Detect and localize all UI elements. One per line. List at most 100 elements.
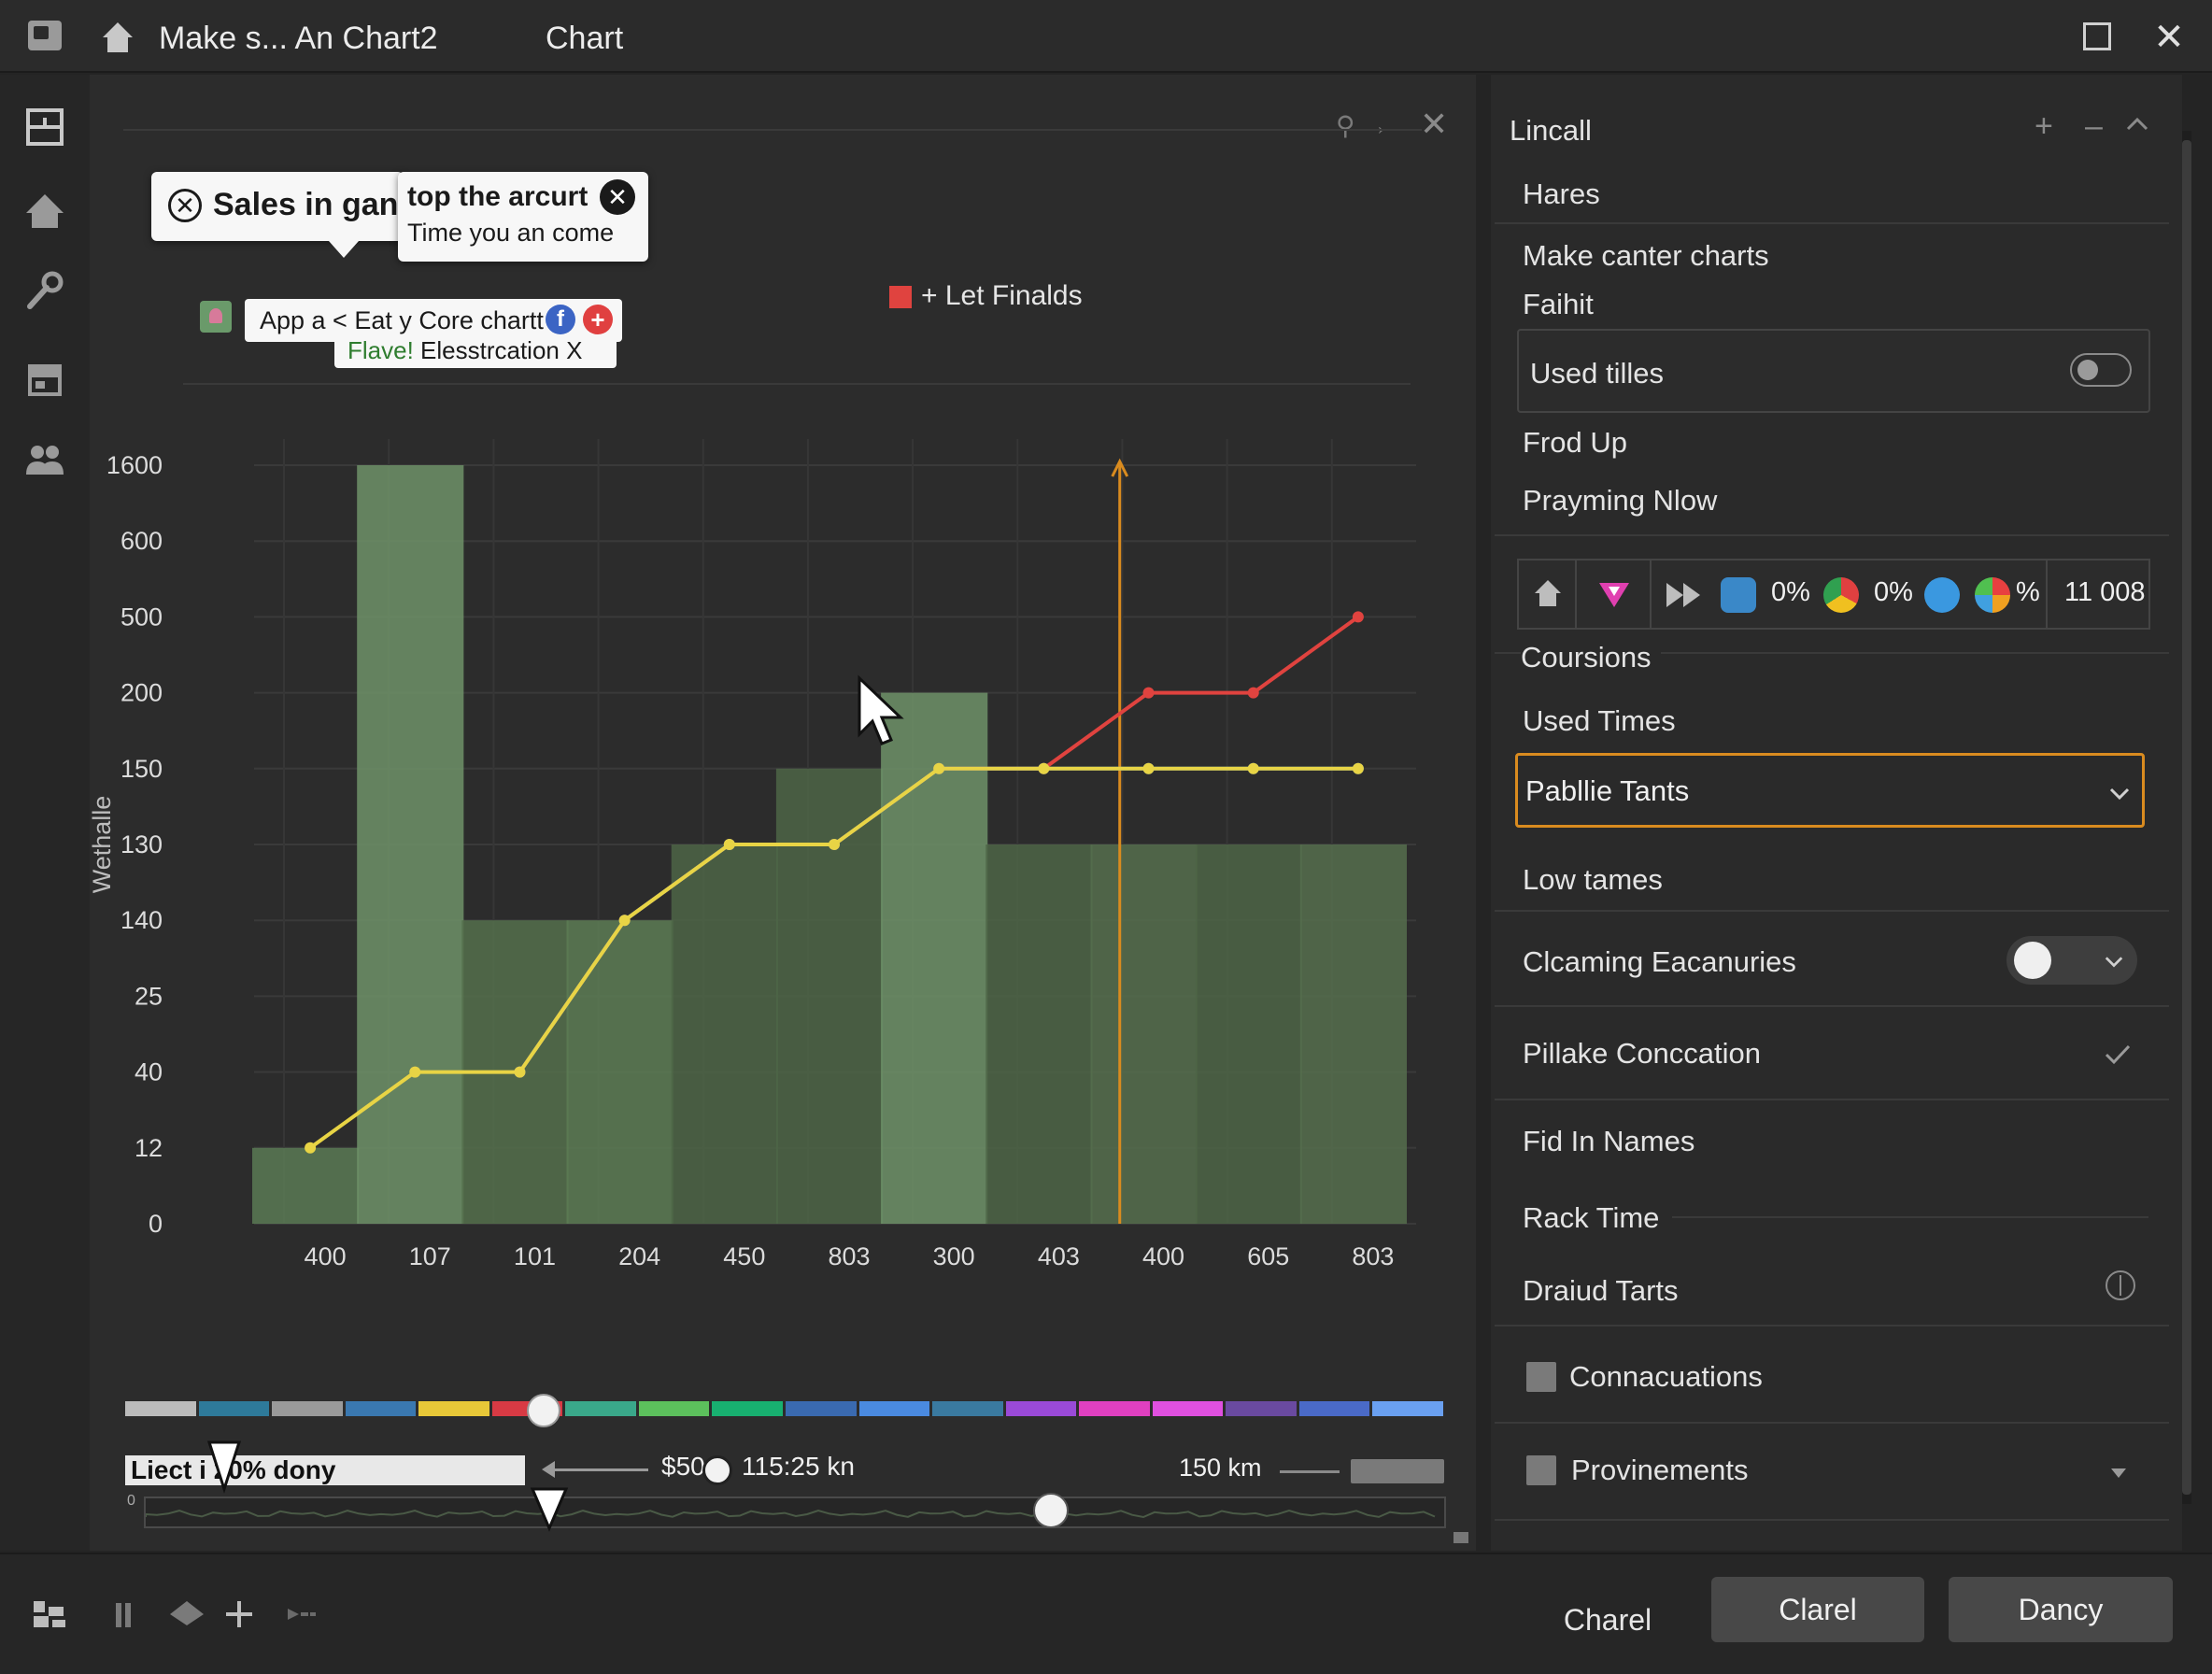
claming-toggle[interactable] [2006,936,2137,985]
bar [252,1147,360,1224]
distance-bar[interactable] [1351,1459,1444,1483]
close-circle-icon[interactable]: ✕ [168,189,202,222]
range-knob[interactable] [702,1455,732,1485]
chevron-up-icon[interactable] [2126,116,2148,133]
used-tilles-row[interactable]: Used tilles [1517,329,2150,413]
close-window-button[interactable]: ✕ [2148,17,2190,58]
y-tick-label: 40 [135,1058,163,1086]
panel-close-button[interactable]: ✕ [1420,105,1448,144]
palette-swatch[interactable] [1298,1401,1370,1416]
add-icon[interactable]: + [583,305,613,334]
add-icon[interactable]: + [2035,108,2053,145]
provinements-checkbox[interactable] [1526,1455,1556,1485]
slider-pointer-icon[interactable] [204,1439,245,1495]
palette-swatch[interactable] [932,1401,1003,1416]
used-tilles-toggle[interactable] [2070,353,2132,387]
menu-item-make-canter[interactable]: Make canter charts [1523,239,1769,273]
slider-pointer-icon[interactable] [529,1485,570,1532]
home-icon[interactable] [99,19,136,56]
divider [1495,1099,2169,1100]
x-tick-label: 403 [1038,1242,1080,1270]
toolbar-cell[interactable] [1519,560,1577,628]
caret-down-icon[interactable] [2109,1467,2128,1480]
connacuations-label: Connacuations [1569,1360,1763,1393]
palette-swatch[interactable] [272,1401,343,1416]
menu-item-pillake[interactable]: Pillake Conccation [1523,1037,1761,1071]
x-tick-label: 204 [618,1242,660,1270]
divider [1495,534,2169,536]
timeline-scrubber[interactable] [144,1497,1446,1528]
y-tick-label: 130 [121,830,163,858]
menu-item-low-tames[interactable]: Low tames [1523,863,1663,897]
palette-slider-knob[interactable] [527,1394,560,1427]
toolbar-cell[interactable] [1577,560,1652,628]
price-readout: $50 [661,1452,705,1481]
palette-swatch[interactable] [1079,1401,1150,1416]
clarel-button[interactable]: Clarel [1711,1577,1924,1642]
chevron-down-icon [2105,957,2123,968]
chart-tag-secondary: Flave! Elesstrcation X [334,334,617,368]
play-forward-icon[interactable] [280,1596,321,1633]
layout-icon[interactable] [22,105,67,149]
color-palette-bar[interactable] [125,1394,1446,1427]
home-icon[interactable] [22,189,67,234]
store-icon[interactable] [22,357,67,402]
timeline-knob[interactable] [1033,1493,1069,1528]
palette-swatch[interactable] [1372,1401,1443,1416]
scrollbar-thumb[interactable] [2182,140,2191,1495]
layers-icon[interactable] [166,1596,207,1633]
charel-button[interactable]: Charel [1538,1592,1678,1648]
dropdown-value: Pabllie Tants [1525,774,1690,807]
palette-swatch[interactable] [418,1401,489,1416]
users-icon[interactable] [22,437,67,482]
resize-handle[interactable] [1453,1532,1468,1543]
menu-item-frod-up[interactable]: Frod Up [1523,426,1627,460]
grid-icon[interactable] [30,1596,71,1633]
menu-item-prayming[interactable]: Prayming Nlow [1523,484,1717,518]
dancy-button[interactable]: Dancy [1949,1577,2173,1642]
palette-swatch[interactable] [712,1401,783,1416]
palette-swatch[interactable] [638,1401,710,1416]
menu-item-hares[interactable]: Hares [1523,177,1600,211]
palette-swatch[interactable] [345,1401,417,1416]
icon-toolbar: 0% 0% % 11 008 [1517,559,2150,630]
palette-swatch[interactable] [565,1401,636,1416]
menu-item-faihit[interactable]: Faihit [1523,288,1594,321]
app-icon [28,21,62,50]
palette-swatch[interactable] [125,1401,196,1416]
palette-swatch[interactable] [1152,1401,1224,1416]
folder-icon[interactable] [1924,577,1960,613]
fast-forward-icon[interactable] [1665,579,1704,611]
palette-swatch[interactable] [1226,1401,1297,1416]
close-icon[interactable]: ✕ [600,179,635,215]
photos-icon[interactable] [1975,577,2010,613]
wrench-icon[interactable] [22,269,67,314]
chrome-icon[interactable] [1823,577,1859,613]
menu-item-fid-in-names[interactable]: Fid In Names [1523,1125,1694,1158]
bar [775,768,884,1224]
facebook-icon[interactable]: f [546,305,575,334]
palette-swatch[interactable] [1005,1401,1077,1416]
toolbar-divider [2046,560,2048,628]
connacuations-checkbox[interactable] [1526,1362,1556,1392]
menu-item-used-times[interactable]: Used Times [1523,704,1676,738]
bar [1299,844,1407,1224]
menu-item-rack-time[interactable]: Rack Time [1523,1201,1659,1235]
info-icon[interactable] [2106,1270,2135,1300]
add-icon[interactable] [219,1596,260,1633]
info-tooltip-title: top the arcurt [407,181,588,212]
minimize-icon[interactable]: – [2085,108,2103,145]
provinements-label: Provinements [1571,1454,1749,1486]
dropdown-select[interactable]: Pabllie Tants [1515,753,2145,828]
palette-swatch[interactable] [858,1401,930,1416]
maximize-button[interactable] [2083,22,2111,50]
menu-item-draiud-tarts[interactable]: Draiud Tarts [1523,1274,1679,1308]
legend-label: + Let Finalds [921,280,1083,311]
panel-tools-icon[interactable]: ⚲ → [1336,110,1388,141]
pause-icon[interactable] [105,1596,146,1633]
palette-swatch[interactable] [198,1401,270,1416]
cube-icon[interactable] [1721,577,1756,613]
x-tick-label: 300 [933,1242,975,1270]
y-tick-label: 25 [135,982,163,1010]
palette-swatch[interactable] [786,1401,857,1416]
